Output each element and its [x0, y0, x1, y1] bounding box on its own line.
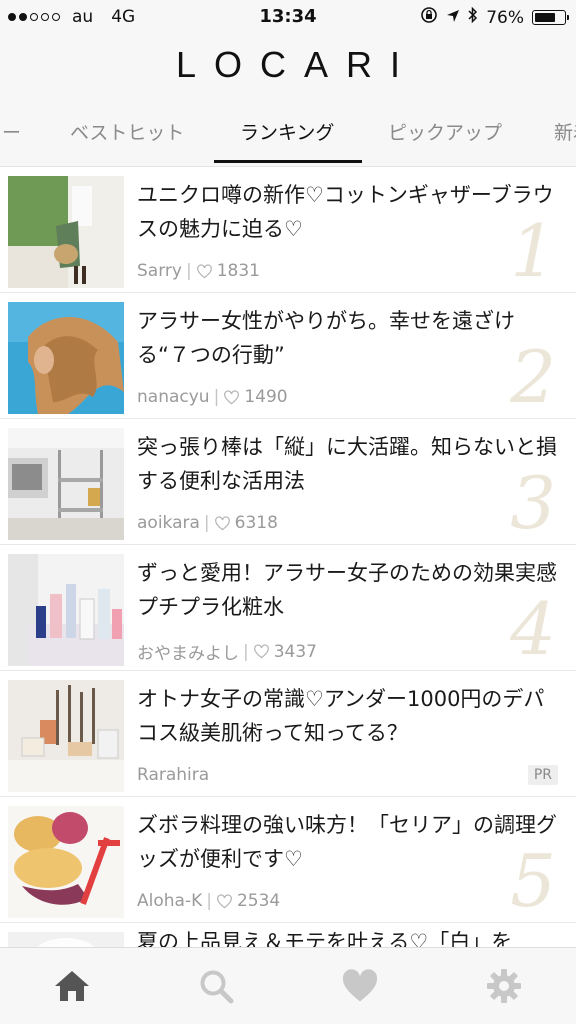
- article-title[interactable]: オトナ女子の常識♡アンダー1000円のデパコス級美肌術って知ってる？: [137, 682, 557, 750]
- author-name: おやまみよし: [137, 644, 239, 664]
- rank-number: 3: [510, 461, 556, 545]
- search-icon[interactable]: [196, 966, 236, 1006]
- article-thumbnail: [8, 302, 124, 414]
- article-title[interactable]: ずっと愛用！アラサー女子のための効果実感プチプラ化粧水: [137, 556, 557, 624]
- tab-pickup[interactable]: ピックアップ: [388, 118, 502, 145]
- article-meta: nanacyu | 1490: [137, 387, 288, 407]
- article-meta: おやまみよし | 3437: [137, 639, 317, 665]
- battery-percent: 76%: [486, 7, 524, 28]
- article-item[interactable]: 突っ張り棒は「縦」に大活躍。知らないと損する便利な活用法 aoikara | 6…: [0, 419, 576, 545]
- heart-outline-icon: [196, 263, 212, 278]
- tab-best-hit[interactable]: ベストヒット: [70, 118, 184, 145]
- heart-outline-icon: [253, 644, 269, 659]
- article-item[interactable]: ズボラ料理の強い味方！「セリア」の調理グッズが便利です♡ Aloha-K | 2…: [0, 797, 576, 923]
- gear-icon[interactable]: [484, 966, 524, 1006]
- app-header: LOCARI: [0, 34, 576, 98]
- pr-badge: PR: [527, 765, 558, 785]
- article-meta: Rarahira: [137, 765, 209, 785]
- rank-number: 1: [510, 209, 556, 293]
- ranking-list: ユニクロ噂の新作♡コットンギャザーブラウスの魅力に迫る♡ Sarry | 183…: [0, 167, 576, 953]
- rank-number: 2: [510, 335, 556, 419]
- article-item[interactable]: ユニクロ噂の新作♡コットンギャザーブラウスの魅力に迫る♡ Sarry | 183…: [0, 167, 576, 293]
- bottom-tab-bar: [0, 947, 576, 1024]
- active-tab-indicator: [214, 160, 362, 163]
- rotation-lock-icon: [420, 6, 438, 29]
- article-thumbnail: [8, 680, 124, 792]
- author-name: nanacyu: [137, 387, 210, 407]
- like-count: 2534: [236, 891, 281, 911]
- article-meta: Sarry | 1831: [137, 261, 260, 281]
- article-title[interactable]: ユニクロ噂の新作♡コットンギャザーブラウスの魅力に迫る♡: [137, 178, 557, 246]
- home-icon[interactable]: [52, 966, 92, 1006]
- heart-outline-icon: [224, 389, 240, 404]
- rank-number: 4: [510, 587, 556, 671]
- article-meta: aoikara | 6318: [137, 513, 278, 533]
- article-item[interactable]: アラサー女性がやりがち。幸せを遠ざける“７つの行動” nanacyu | 149…: [0, 293, 576, 419]
- author-name: aoikara: [137, 513, 200, 533]
- article-title[interactable]: アラサー女性がやりがち。幸せを遠ざける“７つの行動”: [137, 304, 557, 372]
- article-thumbnail: [8, 554, 124, 666]
- article-thumbnail: [8, 176, 124, 288]
- article-item-pr[interactable]: オトナ女子の常識♡アンダー1000円のデパコス級美肌術って知ってる？ Rarah…: [0, 671, 576, 797]
- article-thumbnail: [8, 806, 124, 918]
- status-bar: au 4G 13:34 76%: [0, 0, 576, 34]
- category-tabs: ー ベストヒット ランキング ピックアップ 新着: [0, 98, 576, 167]
- tab-ranking[interactable]: ランキング: [240, 118, 334, 145]
- article-title[interactable]: 突っ張り棒は「縦」に大活躍。知らないと損する便利な活用法: [137, 430, 557, 498]
- like-count: 3437: [273, 641, 317, 662]
- app-logo[interactable]: LOCARI: [158, 44, 418, 86]
- article-meta: Aloha-K | 2534: [137, 891, 281, 911]
- author-name: Rarahira: [137, 765, 210, 785]
- like-count: 1831: [216, 261, 260, 281]
- heart-icon[interactable]: [340, 966, 380, 1006]
- bluetooth-icon: [468, 6, 478, 29]
- like-count: 6318: [234, 513, 278, 533]
- article-title[interactable]: ズボラ料理の強い味方！「セリア」の調理グッズが便利です♡: [137, 808, 557, 876]
- article-thumbnail: [8, 428, 124, 540]
- article-item[interactable]: ずっと愛用！アラサー女子のための効果実感プチプラ化粧水 おやまみよし | 343…: [0, 545, 576, 671]
- rank-number: 5: [510, 839, 556, 923]
- tab-new[interactable]: 新着: [554, 118, 576, 145]
- tab-prev-partial[interactable]: ー: [2, 118, 21, 145]
- battery-icon: [532, 10, 569, 25]
- heart-outline-icon: [217, 893, 232, 908]
- location-arrow-icon: [446, 8, 460, 28]
- like-count: 1490: [244, 387, 288, 407]
- author-name: Sarry: [137, 261, 182, 281]
- heart-outline-icon: [214, 515, 230, 530]
- author-name: Aloha-K: [137, 891, 203, 911]
